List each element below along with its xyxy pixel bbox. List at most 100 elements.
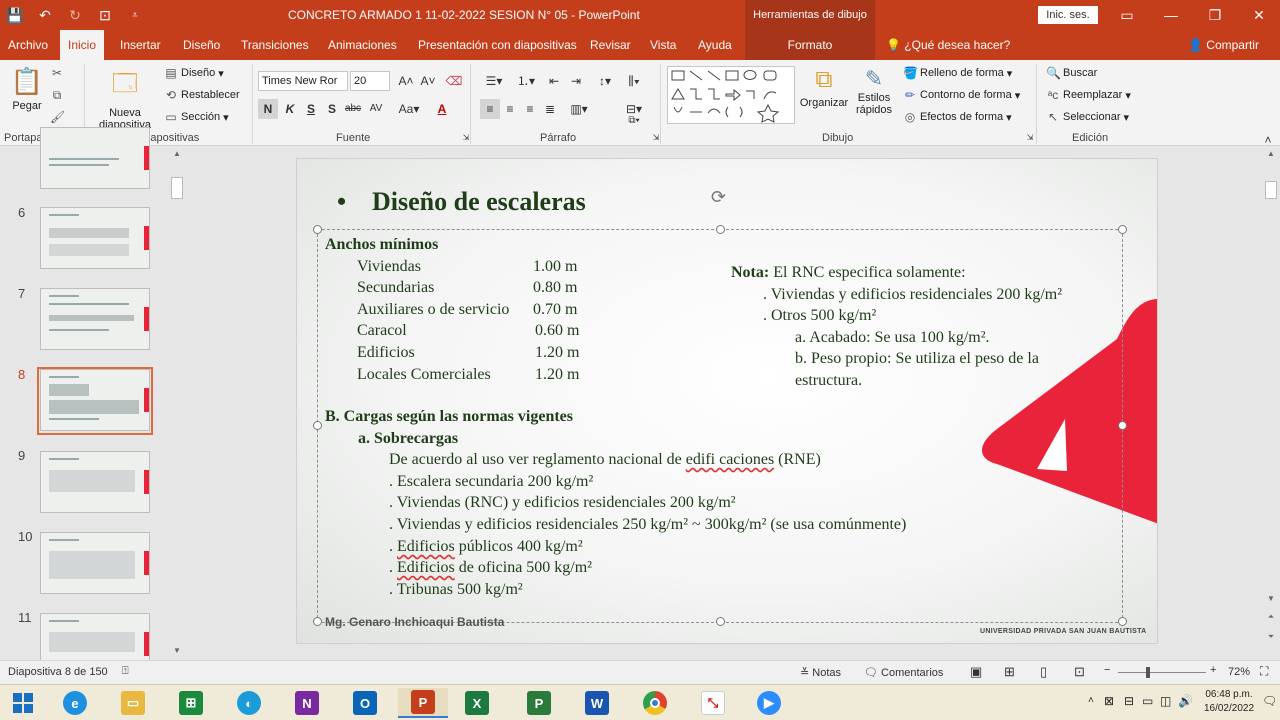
edge-browser-icon[interactable]: ◐ — [230, 688, 268, 718]
show-hidden-icons[interactable]: ˄ — [1088, 695, 1094, 706]
scroll-thumb[interactable] — [171, 177, 183, 199]
slide-thumbnail[interactable] — [40, 288, 150, 350]
font-dialog-launcher-icon[interactable]: ⇲ — [456, 132, 476, 144]
numbering-icon[interactable]: ⒈▾ — [512, 71, 540, 91]
tab-formato[interactable]: Formato — [745, 30, 875, 60]
notifications-icon[interactable]: 🗨 — [1262, 694, 1277, 708]
tab-revisar[interactable]: Revisar — [582, 30, 639, 60]
reset-button[interactable]: ⟲ Restablecer — [164, 88, 240, 102]
layout-button[interactable]: ▤ Diseño ▾ — [164, 66, 223, 80]
thumbnail-scrollbar[interactable]: ▲ ▼ — [170, 147, 184, 660]
slide-thumbnail[interactable] — [40, 532, 150, 594]
scroll-down-icon[interactable]: ▼ — [170, 646, 184, 658]
find-button[interactable]: 🔍 Buscar — [1046, 66, 1097, 80]
fit-slide-icon[interactable]: ⛶ — [1260, 664, 1268, 679]
italic-icon[interactable]: K — [280, 99, 300, 119]
drawing-dialog-launcher-icon[interactable]: ⇲ — [1020, 132, 1040, 144]
share-button[interactable]: 👤 Compartir — [1188, 38, 1259, 52]
scroll-up-icon[interactable]: ▲ — [1264, 149, 1278, 161]
file-explorer-icon[interactable]: ▭ — [114, 688, 152, 718]
quick-styles-button[interactable]: ✎ Estilos rápidos — [852, 66, 896, 116]
tab-transiciones[interactable]: Transiciones — [233, 30, 317, 60]
text-direction-icon[interactable]: ⫼▾ — [622, 71, 646, 91]
scroll-thumb[interactable] — [1265, 181, 1277, 199]
section-button[interactable]: ▭ Sección ▾ — [164, 110, 228, 124]
shape-outline-button[interactable]: ✏ Contorno de forma ▾ — [903, 88, 1020, 102]
tray-app-icon[interactable]: ⊠ — [1104, 694, 1114, 708]
excel-icon[interactable]: X — [458, 688, 496, 718]
zoom-out-icon[interactable]: − — [1104, 664, 1110, 676]
font-name-field[interactable]: Times New Ror — [258, 71, 348, 91]
chrome-icon[interactable] — [636, 688, 674, 718]
font-size-field[interactable]: 20 — [350, 71, 390, 91]
resize-handle[interactable] — [1118, 225, 1127, 234]
copy-icon[interactable]: ⧉ — [50, 88, 64, 102]
reading-view-icon[interactable]: ▯ — [1040, 664, 1047, 680]
slide-scrollbar[interactable]: ▲ ▼ ⏶ ⏷ — [1264, 147, 1278, 660]
decrease-indent-icon[interactable]: ⇤ — [544, 71, 564, 91]
resize-handle[interactable] — [1118, 421, 1127, 430]
resize-handle[interactable] — [313, 225, 322, 234]
paste-button[interactable]: 📋 Pegar — [10, 66, 44, 112]
sign-in-button[interactable]: Inic. ses. — [1038, 6, 1098, 24]
notes-button[interactable]: ≚ Notas — [800, 666, 841, 679]
word-icon[interactable]: W — [578, 688, 616, 718]
increase-indent-icon[interactable]: ⇥ — [566, 71, 586, 91]
tab-insertar[interactable]: Insertar — [112, 30, 169, 60]
spreadsheet-app-icon[interactable]: ⊞ — [172, 688, 210, 718]
bold-icon[interactable]: N — [258, 99, 278, 119]
redo-icon[interactable]: ↻ — [60, 0, 90, 30]
slide-thumbnail[interactable] — [40, 451, 150, 513]
format-painter-icon[interactable]: 🖌 — [50, 110, 65, 124]
tab-inicio[interactable]: Inicio — [60, 30, 105, 60]
volume-icon[interactable]: 🔊 — [1178, 694, 1193, 708]
comments-button[interactable]: 🗨 Comentarios — [864, 666, 943, 679]
tab-presentacion[interactable]: Presentación con diapositivas — [410, 30, 585, 60]
align-left-icon[interactable]: ≡ — [480, 99, 500, 119]
tab-ayuda[interactable]: Ayuda — [690, 30, 740, 60]
resize-handle[interactable] — [716, 225, 725, 234]
onenote-icon[interactable]: N — [288, 688, 326, 718]
change-case-icon[interactable]: Aa▾ — [396, 99, 422, 119]
normal-view-icon[interactable]: ▣ — [970, 664, 982, 680]
outlook-icon[interactable]: O — [346, 688, 384, 718]
save-icon[interactable]: 💾 — [0, 0, 30, 30]
tab-diseno[interactable]: Diseño — [175, 30, 228, 60]
resize-handle[interactable] — [716, 617, 725, 626]
font-color-icon[interactable]: A — [432, 99, 452, 119]
tab-animaciones[interactable]: Animaciones — [320, 30, 405, 60]
resize-handle[interactable] — [1118, 617, 1127, 626]
strikethrough-icon[interactable]: abc — [343, 99, 363, 119]
underline-icon[interactable]: S — [301, 99, 321, 119]
start-from-beginning-icon[interactable]: ⊡ — [90, 0, 120, 30]
zoom-in-icon[interactable]: + — [1210, 664, 1216, 676]
rotate-handle-icon[interactable]: ⟳ — [711, 187, 726, 208]
slide-canvas[interactable]: • Diseño de escaleras ⟳ Anchos mínimos V… — [296, 158, 1158, 644]
start-windows-icon[interactable] — [4, 688, 42, 718]
previous-slide-icon[interactable]: ⏶ — [1264, 612, 1278, 624]
select-button[interactable]: ↖ Seleccionar ▾ — [1046, 110, 1129, 124]
next-slide-icon[interactable]: ⏷ — [1264, 632, 1278, 644]
shadow-icon[interactable]: S — [322, 99, 342, 119]
align-right-icon[interactable]: ≡ — [520, 99, 540, 119]
resize-handle[interactable] — [313, 617, 322, 626]
cut-icon[interactable]: ✂ — [50, 66, 64, 80]
tray-app-icon[interactable]: ⊟ — [1124, 694, 1134, 708]
internet-explorer-icon[interactable]: e — [56, 688, 94, 718]
pdf-reader-icon[interactable]: ⤡ — [694, 688, 732, 718]
decrease-font-icon[interactable]: A˅ — [418, 71, 438, 91]
powerpoint-taskbar-icon[interactable]: P — [398, 688, 448, 718]
ribbon-display-options-icon[interactable]: ▭ — [1106, 0, 1148, 30]
zoom-level[interactable]: 72% — [1228, 666, 1250, 678]
tab-archivo[interactable]: Archivo — [0, 30, 56, 60]
slide-thumbnail[interactable] — [40, 127, 150, 189]
line-spacing-icon[interactable]: ↕▾ — [592, 71, 618, 91]
zoom-app-icon[interactable]: ▶ — [750, 688, 788, 718]
project-icon[interactable]: P — [520, 688, 558, 718]
scroll-up-icon[interactable]: ▲ — [170, 149, 184, 161]
shape-effects-button[interactable]: ◎ Efectos de forma ▾ — [903, 110, 1012, 124]
shapes-gallery[interactable] — [667, 66, 795, 124]
bullets-icon[interactable]: ☰▾ — [480, 71, 508, 91]
minimize-icon[interactable]: — — [1150, 0, 1192, 30]
paragraph-dialog-launcher-icon[interactable]: ⇲ — [646, 132, 666, 144]
